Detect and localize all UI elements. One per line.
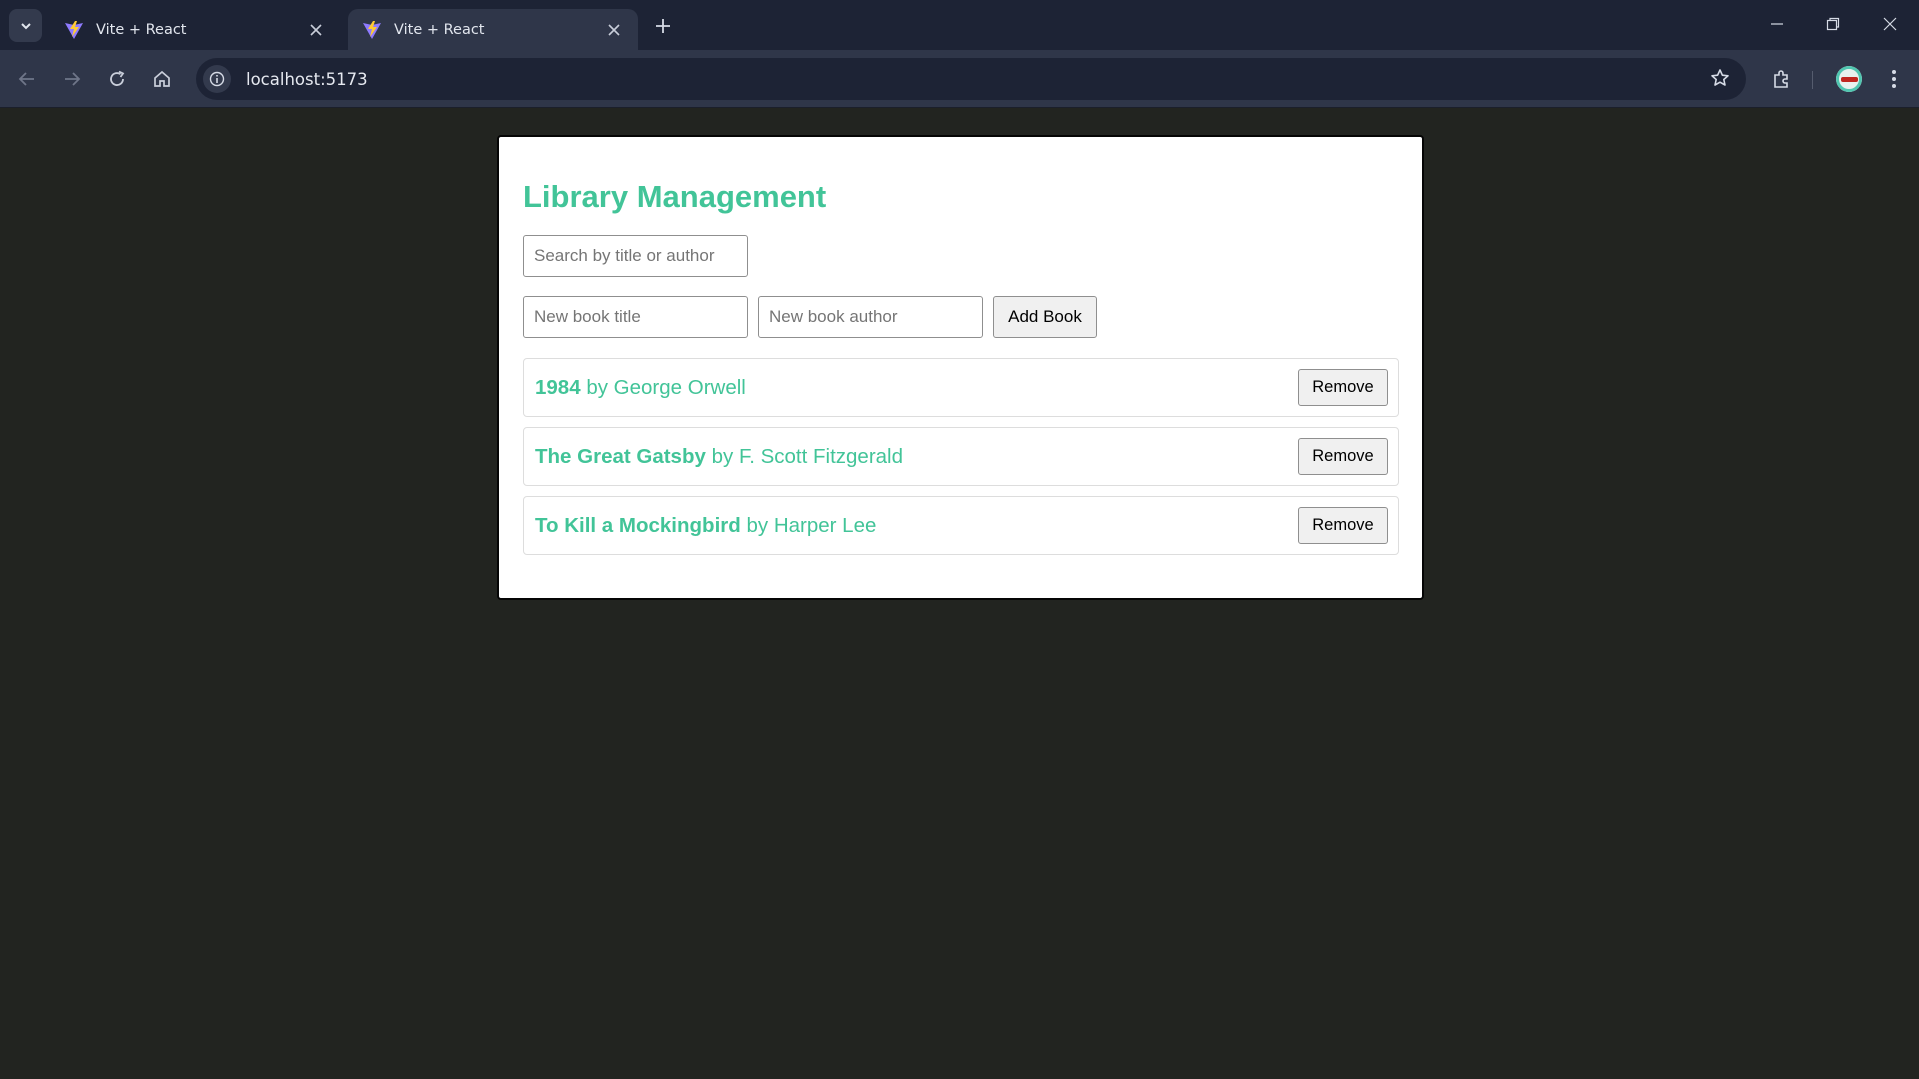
bookmark-star-icon[interactable] <box>1710 68 1730 93</box>
book-row: 1984 by George Orwell Remove <box>523 358 1399 417</box>
book-row: The Great Gatsby by F. Scott Fitzgerald … <box>523 427 1399 486</box>
profile-avatar-icon[interactable] <box>1836 66 1862 92</box>
reload-icon[interactable] <box>99 61 135 97</box>
book-by: by <box>711 445 734 468</box>
browser-toolbar: localhost:5173 <box>0 50 1919 108</box>
book-text: To Kill a Mockingbird by Harper Lee <box>535 514 876 538</box>
remove-button[interactable]: Remove <box>1298 438 1388 475</box>
restore-icon[interactable] <box>1804 0 1862 48</box>
remove-button[interactable]: Remove <box>1298 507 1388 544</box>
book-text: The Great Gatsby by F. Scott Fitzgerald <box>535 445 903 469</box>
toolbar-divider <box>1812 71 1813 89</box>
remove-button[interactable]: Remove <box>1298 369 1388 406</box>
tab-title: Vite + React <box>96 21 187 38</box>
book-author: Harper Lee <box>773 514 877 537</box>
book-title: 1984 <box>535 376 581 399</box>
book-by: by <box>746 514 769 537</box>
tab-strip: Vite + React Vite + React <box>0 0 1919 50</box>
vite-favicon-icon <box>64 20 84 40</box>
site-info-icon[interactable] <box>203 65 231 93</box>
plus-icon[interactable] <box>650 13 676 39</box>
book-author: George Orwell <box>613 376 746 399</box>
back-icon[interactable] <box>9 61 45 97</box>
book-author: F. Scott Fitzgerald <box>738 445 904 468</box>
vite-favicon-icon <box>362 20 382 40</box>
close-window-icon[interactable] <box>1861 0 1919 48</box>
extensions-icon[interactable] <box>1764 61 1800 97</box>
new-book-author-input[interactable] <box>758 296 983 338</box>
address-bar[interactable]: localhost:5173 <box>196 58 1746 100</box>
tab-vite-react-2[interactable]: Vite + React <box>348 9 638 50</box>
minimize-icon[interactable] <box>1748 0 1806 48</box>
search-input[interactable] <box>523 235 748 277</box>
library-card: Library Management Add Book 1984 by Geor… <box>497 135 1424 600</box>
close-icon[interactable] <box>604 20 624 40</box>
tab-vite-react-1[interactable]: Vite + React <box>50 9 340 50</box>
book-text: 1984 by George Orwell <box>535 376 746 400</box>
tab-title: Vite + React <box>394 21 485 38</box>
forward-icon[interactable] <box>54 61 90 97</box>
book-row: To Kill a Mockingbird by Harper Lee Remo… <box>523 496 1399 555</box>
new-book-title-input[interactable] <box>523 296 748 338</box>
add-book-button[interactable]: Add Book <box>993 296 1097 338</box>
home-icon[interactable] <box>144 61 180 97</box>
more-menu-icon[interactable] <box>1876 61 1912 97</box>
book-title: To Kill a Mockingbird <box>535 514 741 537</box>
tab-search-icon[interactable] <box>9 9 42 42</box>
book-by: by <box>586 376 608 399</box>
url-text: localhost:5173 <box>246 69 368 89</box>
page-title: Library Management <box>523 179 827 214</box>
close-icon[interactable] <box>306 20 326 40</box>
book-title: The Great Gatsby <box>535 445 706 468</box>
